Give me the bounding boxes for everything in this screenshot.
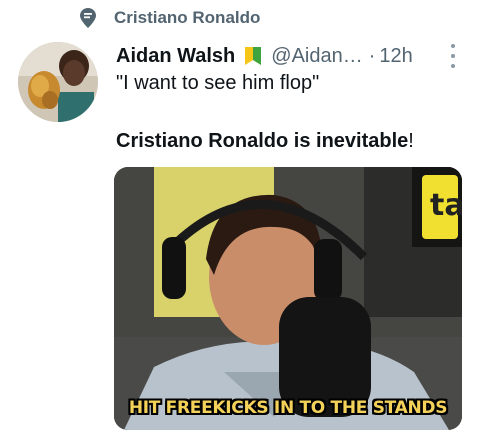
tweet-text-end: ! (408, 130, 414, 152)
tweet-text-statement: Cristiano Ronaldo is inevitable! (116, 130, 414, 153)
separator-dot: · (368, 44, 376, 67)
topic-label: Cristiano Ronaldo (114, 8, 261, 27)
topic-context[interactable]: Cristiano Ronaldo (78, 6, 260, 30)
author-name[interactable]: Aidan Walsh (116, 45, 235, 68)
yellow-green-flag-icon (243, 45, 263, 67)
tweet-header: Aidan Walsh @Aidan… · 12h (116, 42, 468, 70)
video-caption: HIT FREEKICKS IN TO THE STANDS (128, 398, 448, 418)
timestamp[interactable]: 12h (379, 45, 412, 68)
tweet-text-bold: Cristiano Ronaldo is inevitable (116, 130, 409, 152)
tweet-text-quote: "I want to see him flop" (116, 72, 320, 94)
avatar[interactable] (18, 42, 98, 122)
video-frame: ta (114, 167, 462, 430)
tweet-video[interactable]: ta HIT FREEKICKS IN TO THE STANDS (114, 167, 462, 430)
more-options-icon[interactable] (448, 44, 458, 68)
topic-pin-icon (78, 7, 98, 29)
svg-text:ta: ta (430, 188, 462, 223)
author-handle[interactable]: @Aidan… (271, 45, 362, 68)
